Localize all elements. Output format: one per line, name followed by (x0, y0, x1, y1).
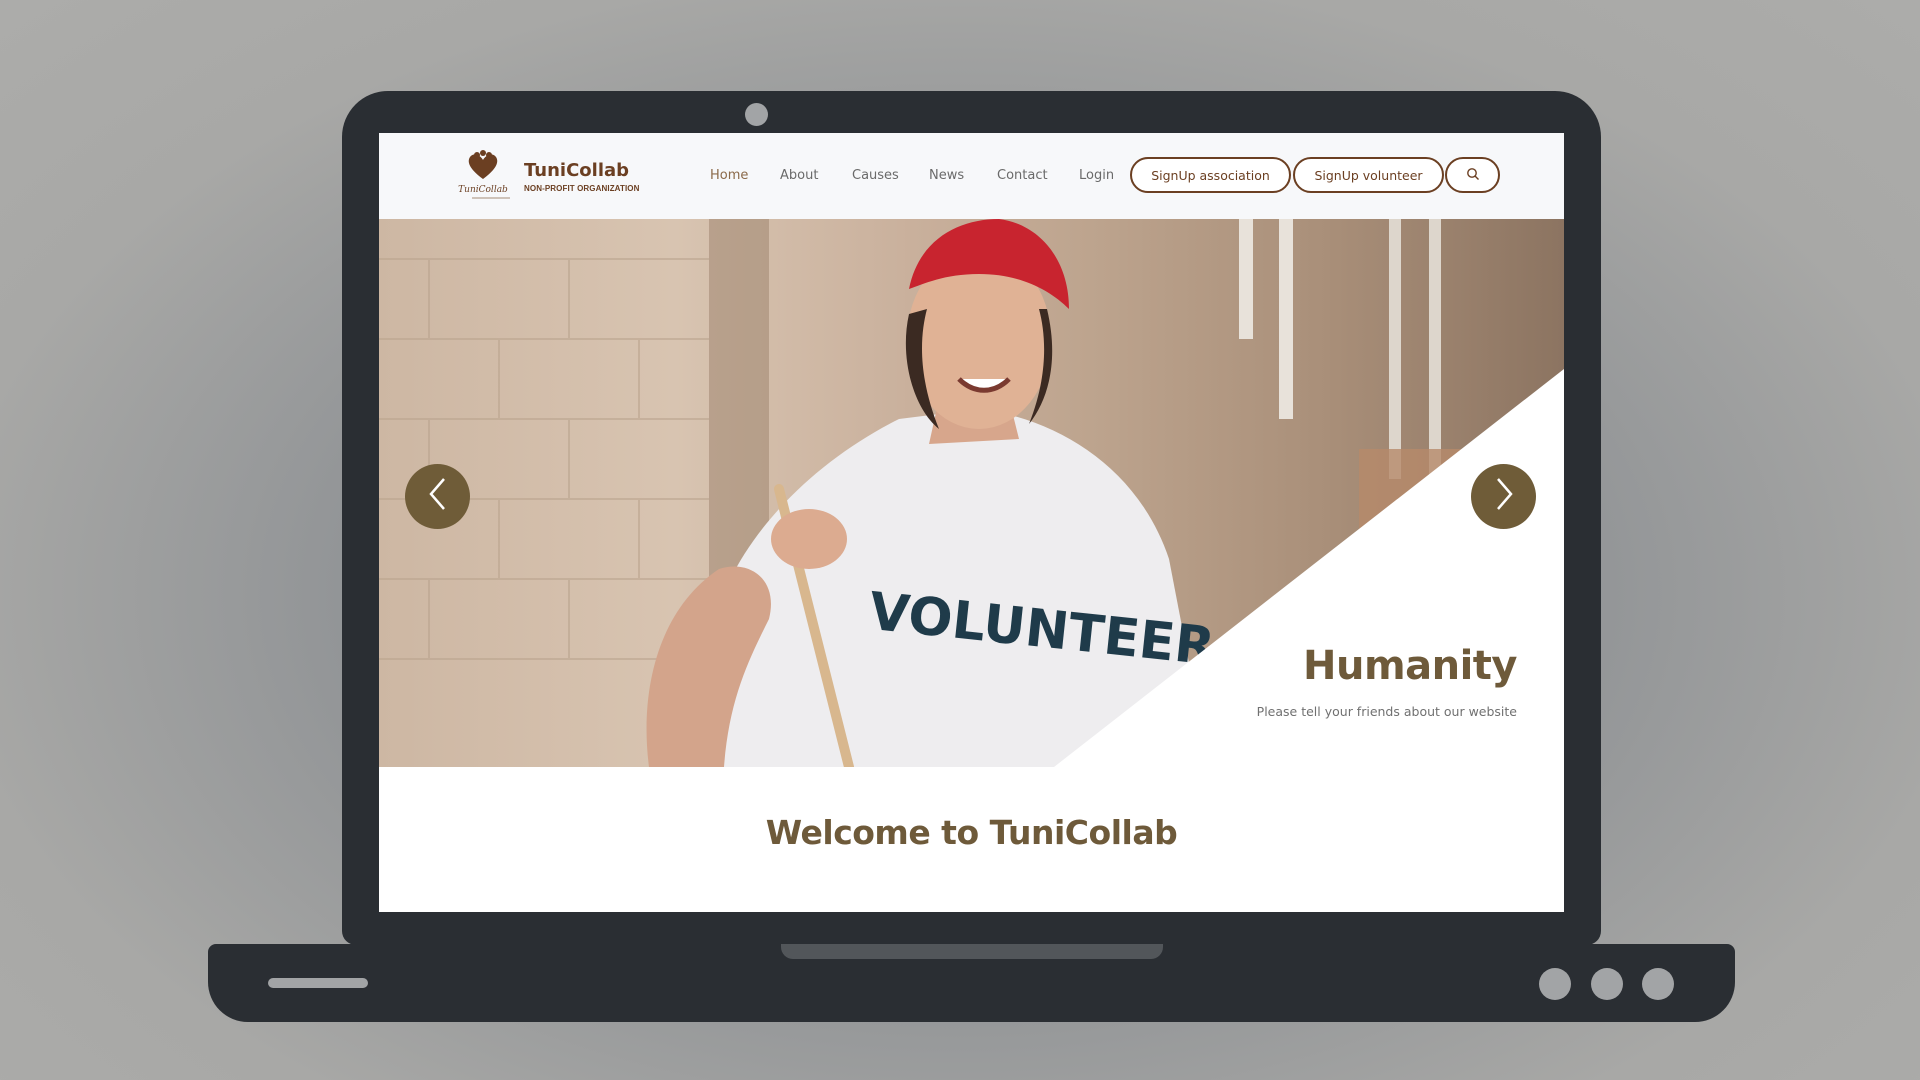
nav-home[interactable]: Home (710, 168, 748, 183)
hero-subtitle: Please tell your friends about our websi… (1256, 704, 1517, 719)
hero-title: Humanity (1302, 643, 1518, 689)
search-icon (1466, 167, 1480, 184)
laptop-indicator-dot (1539, 968, 1571, 1000)
laptop-hinge (781, 944, 1163, 959)
laptop-indicator-dot (1642, 968, 1674, 1000)
laptop-camera (745, 103, 768, 126)
laptop-indicator-dot (1591, 968, 1623, 1000)
welcome-heading: Welcome to TuniCollab (765, 813, 1178, 852)
signup-association-button[interactable]: SignUp association (1130, 157, 1291, 193)
signup-volunteer-button[interactable]: SignUp volunteer (1293, 157, 1444, 193)
hero-slider: VOLUNTEER Humanity Please tell your frie… (379, 219, 1564, 767)
nav-contact[interactable]: Contact (997, 168, 1048, 183)
brand-name[interactable]: TuniCollab (524, 160, 629, 181)
brand-tagline: NON-PROFIT ORGANIZATION (524, 184, 640, 193)
slider-next-button[interactable] (1471, 464, 1536, 529)
chevron-right-icon (1493, 477, 1515, 516)
site-navbar: TuniCollab TuniCollab NON-PROFIT ORGANIZ… (379, 133, 1564, 219)
laptop-screen: TuniCollab TuniCollab NON-PROFIT ORGANIZ… (379, 133, 1564, 912)
slider-prev-button[interactable] (405, 464, 470, 529)
laptop-slot (268, 978, 368, 988)
nav-causes[interactable]: Causes (852, 168, 899, 183)
nav-news[interactable]: News (929, 168, 964, 183)
svg-text:TuniCollab: TuniCollab (458, 185, 508, 195)
nav-login[interactable]: Login (1079, 168, 1114, 183)
search-button[interactable] (1445, 157, 1500, 193)
brand-logo[interactable]: TuniCollab (452, 149, 514, 201)
chevron-left-icon (427, 477, 449, 516)
nav-about[interactable]: About (780, 168, 818, 183)
